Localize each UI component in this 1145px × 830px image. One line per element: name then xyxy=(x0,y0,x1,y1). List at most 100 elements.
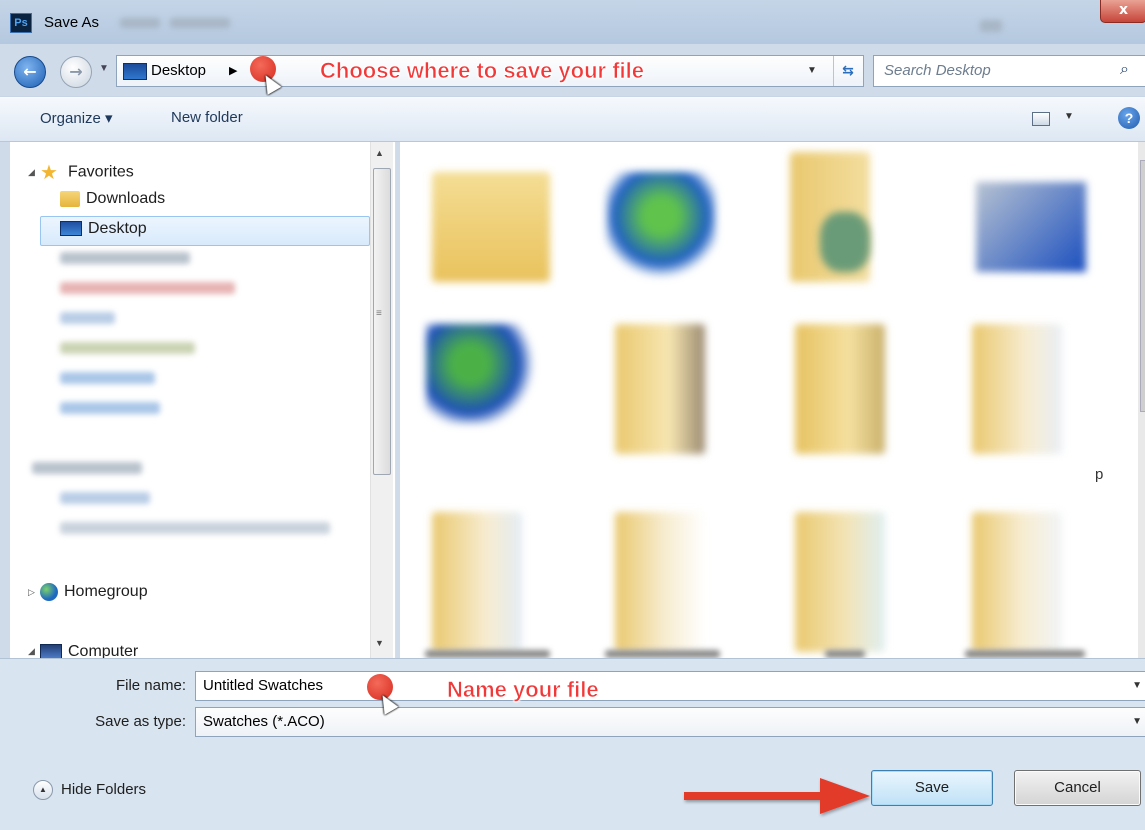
search-icon[interactable]: ⌕ xyxy=(1120,61,1129,79)
blurred-sidebar-item[interactable] xyxy=(60,312,115,324)
forward-button[interactable]: → xyxy=(60,56,92,88)
sidebar-item-favorites[interactable]: ◢ ★ Favorites xyxy=(28,160,134,186)
back-button[interactable]: ← xyxy=(14,56,46,88)
recent-locations-chevron-icon[interactable]: ▼ xyxy=(99,63,109,74)
file-item[interactable] xyxy=(785,502,925,658)
address-desktop-crumb[interactable]: Desktop xyxy=(151,62,206,79)
sidebar-label-downloads: Downloads xyxy=(86,190,166,207)
red-arrow-icon xyxy=(684,778,870,814)
folder-icon xyxy=(972,324,1062,454)
photoshop-icon: Ps xyxy=(10,13,32,33)
hide-folders-label: Hide Folders xyxy=(61,780,147,798)
blurred-label xyxy=(425,650,550,658)
sidebar-item-computer[interactable]: ◢ Computer xyxy=(28,643,138,658)
save-button[interactable]: Save xyxy=(871,770,993,806)
sidebar-label-favorites: Favorites xyxy=(68,163,134,181)
close-button[interactable]: x xyxy=(1100,0,1145,23)
file-item[interactable] xyxy=(780,152,920,322)
blurred-label xyxy=(965,650,1085,658)
blurred-sidebar-item[interactable] xyxy=(60,522,330,534)
star-icon: ★ xyxy=(40,162,58,184)
blurred-background xyxy=(170,18,230,28)
blurred-sidebar-item[interactable] xyxy=(32,462,142,474)
file-name-dropdown-icon[interactable]: ▼ xyxy=(1132,680,1142,691)
expanded-triangle-icon[interactable]: ◢ xyxy=(28,167,40,178)
file-item[interactable] xyxy=(592,152,732,322)
annotation-name-hint: Name your file xyxy=(447,677,599,703)
address-dropdown-icon[interactable]: ▼ xyxy=(807,65,817,76)
sidebar-item-downloads[interactable]: Downloads xyxy=(60,190,165,216)
folder-icon xyxy=(795,512,885,652)
search-input[interactable]: Search Desktop ⌕ xyxy=(873,55,1145,87)
save-type-value[interactable]: Swatches (*.ACO) xyxy=(203,713,325,730)
blurred-label xyxy=(825,650,865,658)
blurred-sidebar-item[interactable] xyxy=(60,282,235,294)
folder-icon xyxy=(615,324,705,454)
folder-icon xyxy=(432,512,522,652)
save-type-select[interactable]: Swatches (*.ACO) ▼ xyxy=(195,707,1145,737)
file-item[interactable] xyxy=(418,152,558,322)
view-dropdown-icon[interactable]: ▼ xyxy=(1064,111,1074,122)
new-folder-button[interactable]: New folder xyxy=(171,109,243,126)
file-item[interactable]: p xyxy=(960,314,1104,484)
desktop-icon xyxy=(123,63,147,80)
sidebar-label-computer: Computer xyxy=(68,643,139,658)
scrollbar-grip-icon: ≡ xyxy=(376,308,382,319)
help-icon[interactable]: ? xyxy=(1118,107,1140,129)
save-type-label: Save as type: xyxy=(95,713,186,730)
content-scrollbar-thumb[interactable] xyxy=(1140,160,1145,412)
refresh-icon[interactable]: ⇆ xyxy=(833,56,862,86)
command-toolbar: Organize ▾ New folder ▼ ? xyxy=(0,96,1145,142)
annotation-location-hint: Choose where to save your file xyxy=(320,58,645,84)
window-title: Save As xyxy=(44,14,100,31)
file-name-label: File name: xyxy=(115,677,186,694)
scroll-up-icon[interactable]: ▲ xyxy=(375,148,384,158)
file-item[interactable] xyxy=(962,152,1102,322)
organize-button[interactable]: Organize ▾ xyxy=(40,109,113,127)
sidebar-label-homegroup: Homegroup xyxy=(64,583,148,601)
computer-icon xyxy=(40,643,62,658)
downloads-folder-icon xyxy=(60,190,80,207)
change-view-icon[interactable] xyxy=(1032,112,1050,126)
file-list: p xyxy=(400,142,1145,658)
file-item[interactable] xyxy=(422,502,562,658)
chevron-up-icon: ▲ xyxy=(33,780,53,800)
title-bar: Ps Save As x xyxy=(0,0,1145,44)
cancel-button[interactable]: Cancel xyxy=(1014,770,1141,806)
user-photo-icon xyxy=(820,212,870,272)
collapsed-triangle-icon[interactable]: ▷ xyxy=(28,587,40,598)
scroll-down-icon[interactable]: ▼ xyxy=(375,638,384,648)
folder-icon xyxy=(432,172,550,282)
search-placeholder: Search Desktop xyxy=(884,62,991,79)
blurred-background xyxy=(980,20,1002,32)
file-item-label-suffix: p xyxy=(1095,466,1104,483)
breadcrumb-chevron-icon[interactable]: ▶ xyxy=(229,64,237,77)
expanded-triangle-icon[interactable]: ◢ xyxy=(28,646,40,657)
file-item[interactable] xyxy=(605,502,745,658)
sidebar-item-homegroup[interactable]: ▷ Homegroup xyxy=(28,583,148,609)
hide-folders-button[interactable]: ▲ Hide Folders xyxy=(33,780,146,800)
sidebar-label-desktop: Desktop xyxy=(88,220,147,237)
file-item[interactable] xyxy=(960,502,1100,658)
desktop-icon xyxy=(60,221,82,237)
file-name-field[interactable]: Untitled Swatches ▼ xyxy=(195,671,1145,701)
file-item[interactable] xyxy=(785,314,925,484)
blurred-sidebar-item[interactable] xyxy=(60,402,160,414)
file-item[interactable] xyxy=(605,314,745,484)
folder-icon xyxy=(972,512,1062,652)
save-as-dialog: Ps Save As x ← → ▼ Desktop ▶ ▼ ⇆ Search … xyxy=(0,0,1145,830)
blurred-sidebar-item[interactable] xyxy=(60,492,150,504)
blurred-sidebar-item[interactable] xyxy=(60,372,155,384)
scrollbar-thumb[interactable] xyxy=(373,168,391,475)
blurred-background xyxy=(120,18,160,28)
internet-icon xyxy=(426,324,536,424)
homegroup-icon xyxy=(40,583,58,601)
save-type-dropdown-icon[interactable]: ▼ xyxy=(1132,716,1142,727)
file-name-value[interactable]: Untitled Swatches xyxy=(203,677,323,694)
sidebar-item-desktop[interactable]: Desktop xyxy=(60,220,147,246)
blurred-sidebar-item[interactable] xyxy=(60,342,195,354)
computer-icon xyxy=(976,182,1086,272)
blurred-sidebar-item[interactable] xyxy=(60,252,190,264)
blurred-label xyxy=(605,650,720,658)
file-item[interactable] xyxy=(418,314,558,484)
